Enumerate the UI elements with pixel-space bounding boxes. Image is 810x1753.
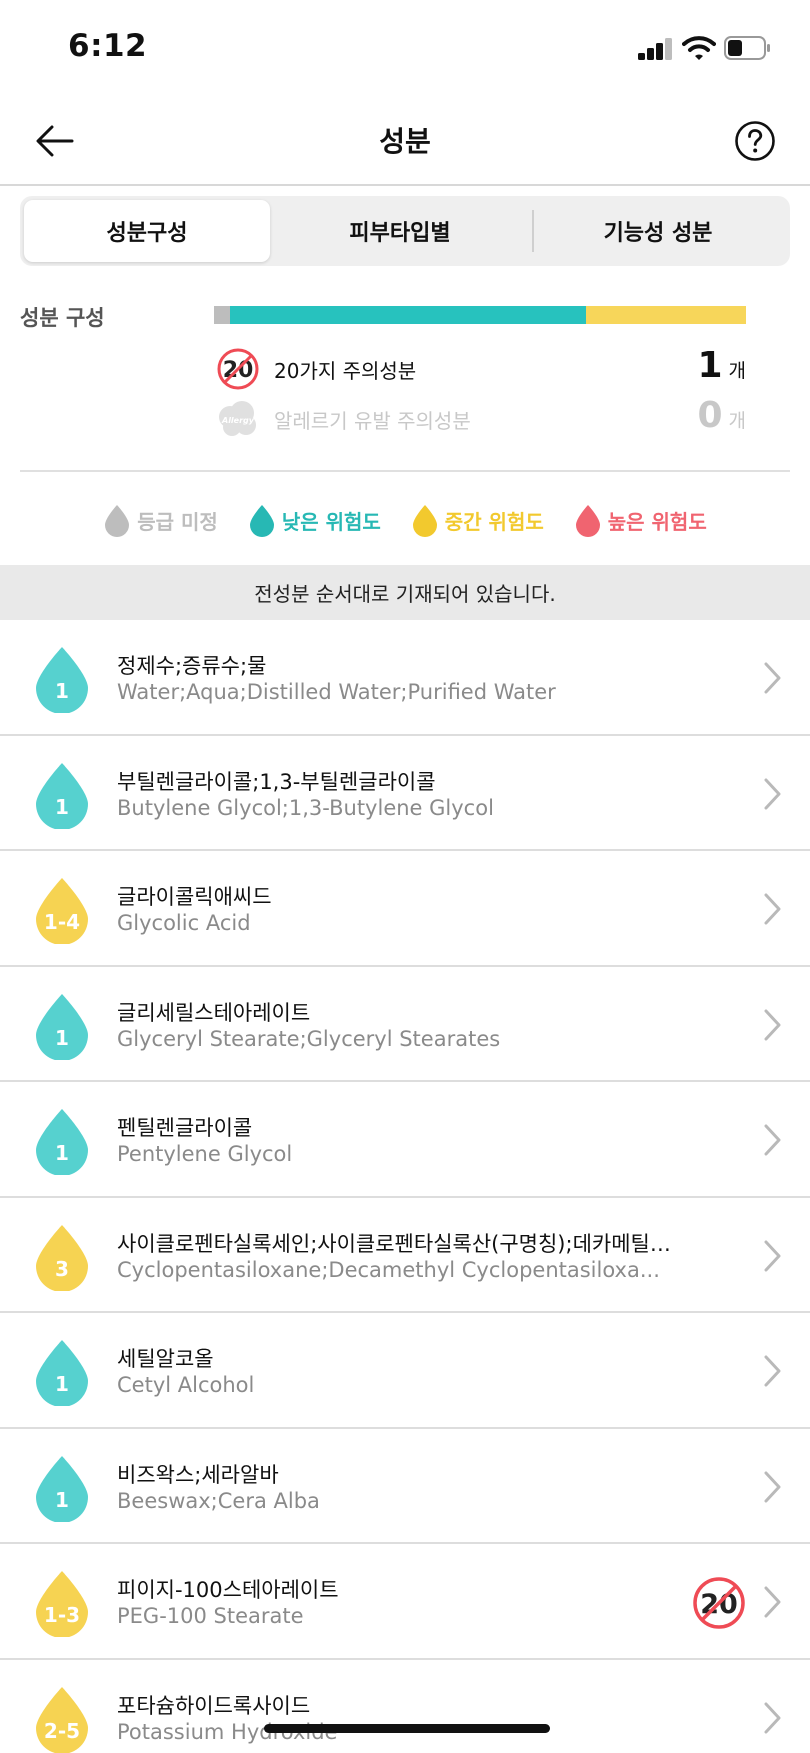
- ingredient-row[interactable]: 1 세틸알코올 Cetyl Alcohol: [0, 1313, 810, 1429]
- tab-ingredient-composition[interactable]: 성분구성: [24, 200, 270, 262]
- grade-drop-icon: 1: [36, 1340, 88, 1406]
- allergy-caution-count: 0개: [697, 395, 746, 436]
- battery-icon: [724, 36, 770, 60]
- ingredient-name-en: Pentylene Glycol: [117, 1142, 293, 1166]
- ingredient-row[interactable]: 1 정제수;증류수;물 Water;Aqua;Distilled Water;P…: [0, 620, 810, 736]
- twenty-caution-row: 20 20가지 주의성분 1개: [214, 345, 746, 391]
- ingredient-name-en: Beeswax;Cera Alba: [117, 1488, 320, 1513]
- drop-gray-icon: [105, 505, 130, 537]
- status-time: 6:12: [68, 28, 148, 64]
- ingredient-row[interactable]: 1 부틸렌글라이콜;1,3-부틸렌글라이콜 Butylene Glycol;1,…: [0, 736, 810, 851]
- ingredient-name-ko: 펜틸렌글라이콜: [117, 1116, 253, 1140]
- allergy-icon: Allergy: [219, 401, 256, 436]
- help-icon[interactable]: [734, 120, 776, 162]
- ingredient-name-en: Glyceryl Stearate;Glyceryl Stearates: [117, 1026, 501, 1051]
- status-bar: 6:12: [0, 0, 810, 100]
- composition-bar: [214, 306, 746, 324]
- chevron-right-icon: [764, 1702, 781, 1733]
- legend-unrated: 등급 미정: [103, 500, 218, 540]
- svg-text:1: 1: [55, 1026, 69, 1050]
- tab-by-skin-type[interactable]: 피부타입별: [272, 200, 528, 262]
- svg-text:1: 1: [55, 679, 69, 703]
- drop-teal-icon: [249, 505, 274, 537]
- legend-high-risk: 높은 위험도: [574, 500, 707, 540]
- composition-bar-low: [229, 306, 587, 324]
- composition-label: 성분 구성: [20, 306, 105, 330]
- composition-bar-unrated: [214, 306, 230, 324]
- composition-bar-medium: [586, 306, 746, 324]
- chevron-right-icon: [764, 1009, 781, 1040]
- ingredient-row[interactable]: 1-4 글라이콜릭애씨드 Glycolic Acid: [0, 851, 810, 967]
- grade-drop-icon: 3: [36, 1224, 88, 1291]
- ingredient-name-ko: 글리세릴스테아레이트: [117, 1000, 311, 1025]
- allergy-caution-row: Allergy 알레르기 유발 주의성분 0개: [214, 395, 746, 441]
- grade-drop-icon: 2-5: [36, 1686, 88, 1753]
- grade-drop-icon: 1: [36, 993, 88, 1060]
- ingredient-row[interactable]: 1 펜틸렌글라이콜 Pentylene Glycol: [0, 1082, 810, 1198]
- wifi-icon: [682, 36, 716, 60]
- chevron-right-icon: [764, 893, 781, 925]
- chevron-right-icon: [764, 662, 781, 694]
- cellular-signal-icon: [638, 38, 674, 60]
- app-header: 성분: [0, 100, 810, 186]
- twenty-caution-icon: 20: [217, 348, 259, 390]
- ingredient-name-en: Butylene Glycol;1,3-Butylene Glycol: [117, 795, 494, 820]
- tab-functional-ingredients[interactable]: 기능성 성분: [530, 200, 786, 262]
- svg-text:1: 1: [55, 1141, 69, 1165]
- grade-drop-icon: 1: [36, 1109, 88, 1175]
- svg-text:1-4: 1-4: [44, 910, 80, 934]
- ingredient-name-ko: 포타슘하이드록사이드: [117, 1693, 311, 1718]
- grade-drop-icon: 1-4: [36, 878, 88, 944]
- ingredient-name-en: Cyclopentasiloxane;Decamethyl Cyclopenta…: [117, 1257, 660, 1282]
- ingredient-name-ko: 정제수;증류수;물: [117, 654, 267, 678]
- page-title: 성분: [379, 125, 431, 158]
- ingredient-row[interactable]: 1 비즈왁스;세라알바 Beeswax;Cera Alba: [0, 1429, 810, 1544]
- chevron-right-icon: [764, 778, 781, 809]
- twenty-caution-label: 20가지 주의성분: [274, 359, 417, 383]
- ingredient-name-ko: 피이지-100스테아레이트: [117, 1578, 339, 1602]
- ingredient-row[interactable]: 3 사이클로펜타실록세인;사이클로펜타실록산(구명칭);데카메틸… Cyclop…: [0, 1198, 810, 1313]
- svg-text:1-3: 1-3: [44, 1603, 80, 1627]
- allergy-caution-label: 알레르기 유발 주의성분: [274, 409, 471, 433]
- segment-tabs: 성분구성 피부타입별 기능성 성분: [20, 196, 790, 266]
- svg-text:3: 3: [55, 1257, 69, 1281]
- drop-red-icon: [575, 505, 600, 537]
- ingredient-name-ko: 세틸알코올: [117, 1347, 214, 1371]
- ingredient-name-ko: 사이클로펜타실록세인;사이클로펜타실록산(구명칭);데카메틸…: [117, 1231, 671, 1256]
- ingredient-name-ko: 글라이콜릭애씨드: [117, 885, 272, 909]
- chevron-right-icon: [764, 1124, 781, 1156]
- legend-low-risk: 낮은 위험도: [248, 500, 381, 540]
- ingredient-name-ko: 비즈왁스;세라알바: [117, 1462, 279, 1487]
- drop-yellow-icon: [412, 505, 437, 537]
- svg-text:1: 1: [55, 1372, 69, 1396]
- ingredient-row[interactable]: 1-3 피이지-100스테아레이트 PEG-100 Stearate 20: [0, 1544, 810, 1660]
- grade-drop-icon: 1: [36, 647, 88, 713]
- chevron-right-icon: [764, 1355, 781, 1387]
- ingredient-name-en: PEG-100 Stearate: [117, 1604, 304, 1628]
- grade-drop-icon: 1-3: [36, 1571, 88, 1637]
- legend-medium-risk: 중간 위험도: [411, 500, 544, 540]
- ingredient-list: 1 정제수;증류수;물 Water;Aqua;Distilled Water;P…: [0, 620, 810, 1753]
- ingredient-name-en: Glycolic Acid: [117, 911, 251, 935]
- ingredient-name-en: Water;Aqua;Distilled Water;Purified Wate…: [117, 680, 556, 704]
- risk-legend: 등급 미정 낮은 위험도 중간 위험도 높은 위험도: [0, 500, 810, 540]
- chevron-right-icon: [764, 1240, 781, 1271]
- home-indicator: [264, 1724, 550, 1733]
- ingredient-name-ko: 부틸렌글라이콜;1,3-부틸렌글라이콜: [117, 769, 436, 794]
- chevron-right-icon: [764, 1471, 781, 1502]
- svg-text:Allergy: Allergy: [221, 416, 255, 425]
- order-notice: 전성분 순서대로 기재되어 있습니다.: [0, 565, 810, 620]
- svg-text:1: 1: [55, 795, 69, 819]
- twenty-caution-icon: 20: [693, 1577, 745, 1629]
- grade-drop-icon: 1: [36, 1455, 88, 1522]
- twenty-caution-count: 1개: [697, 345, 746, 386]
- chevron-right-icon: [764, 1586, 781, 1618]
- section-divider: [20, 470, 790, 472]
- ingredient-row[interactable]: 2-5 포타슘하이드록사이드 Potassium Hydroxide: [0, 1660, 810, 1753]
- svg-text:2-5: 2-5: [44, 1719, 80, 1743]
- grade-drop-icon: 1: [36, 762, 88, 829]
- ingredient-row[interactable]: 1 글리세릴스테아레이트 Glyceryl Stearate;Glyceryl …: [0, 967, 810, 1082]
- ingredient-name-en: Cetyl Alcohol: [117, 1373, 255, 1397]
- svg-text:1: 1: [55, 1488, 69, 1512]
